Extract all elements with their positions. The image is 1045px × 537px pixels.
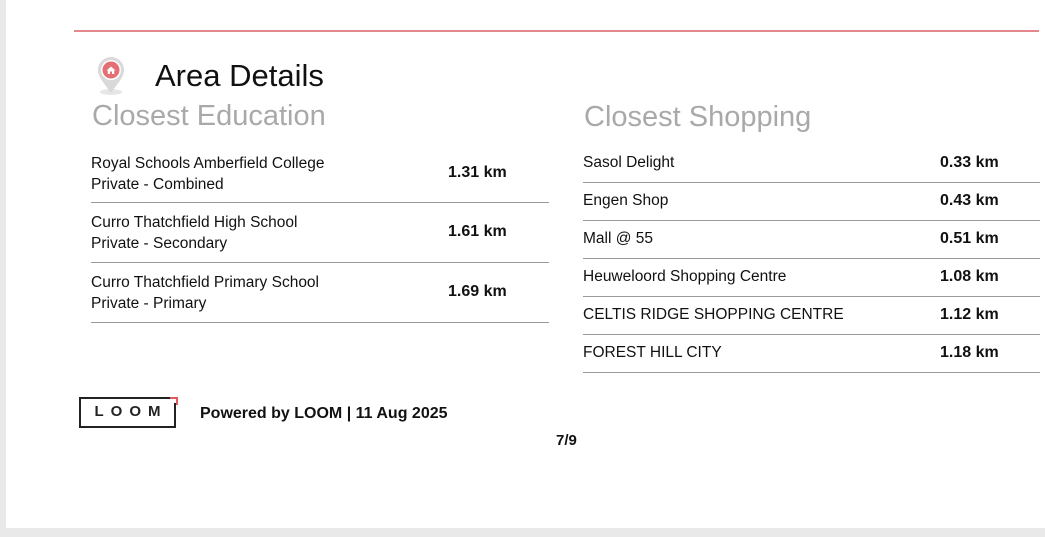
shop-distance: 1.08 km bbox=[940, 268, 999, 285]
school-name: Curro Thatchfield Primary School bbox=[91, 274, 319, 291]
list-item: Sasol Delight 0.33 km bbox=[583, 145, 1040, 183]
school-type: Private - Secondary bbox=[91, 235, 228, 252]
education-list: Royal Schools Amberfield College Private… bbox=[91, 144, 549, 323]
header-divider bbox=[74, 30, 1039, 32]
shopping-list: Sasol Delight 0.33 km Engen Shop 0.43 km… bbox=[583, 145, 1040, 373]
shopping-heading: Closest Shopping bbox=[584, 101, 812, 133]
school-name: Curro Thatchfield High School bbox=[91, 214, 298, 231]
shop-name: Engen Shop bbox=[583, 192, 669, 209]
shop-distance: 0.33 km bbox=[940, 154, 999, 171]
list-item: Engen Shop 0.43 km bbox=[583, 183, 1040, 221]
list-item: Heuweloord Shopping Centre 1.08 km bbox=[583, 259, 1040, 297]
shop-name: Mall @ 55 bbox=[583, 230, 654, 247]
list-item: Curro Thatchfield Primary School Private… bbox=[91, 263, 549, 323]
school-name: Royal Schools Amberfield College bbox=[91, 155, 325, 172]
logo-text: LOOM bbox=[94, 403, 168, 420]
powered-by-text: Powered by LOOM | 11 Aug 2025 bbox=[200, 405, 448, 422]
list-item: Mall @ 55 0.51 km bbox=[583, 221, 1040, 259]
shop-name: Heuweloord Shopping Centre bbox=[583, 268, 787, 285]
shop-distance: 0.51 km bbox=[940, 230, 999, 247]
school-type: Private - Combined bbox=[91, 176, 224, 193]
shop-name: CELTIS RIDGE SHOPPING CENTRE bbox=[583, 306, 844, 323]
page-title: Area Details bbox=[155, 58, 324, 93]
school-type: Private - Primary bbox=[91, 295, 207, 312]
shop-distance: 0.43 km bbox=[940, 192, 999, 209]
section-header: Area Details bbox=[95, 56, 324, 96]
loom-logo: LOOM bbox=[79, 397, 178, 428]
education-heading: Closest Education bbox=[92, 100, 326, 132]
shop-distance: 1.12 km bbox=[940, 306, 999, 323]
school-distance: 1.61 km bbox=[448, 223, 507, 240]
list-item: Royal Schools Amberfield College Private… bbox=[91, 144, 549, 203]
list-item: Curro Thatchfield High School Private - … bbox=[91, 203, 549, 263]
page-number: 7/9 bbox=[556, 432, 577, 449]
list-item: CELTIS RIDGE SHOPPING CENTRE 1.12 km bbox=[583, 297, 1040, 335]
school-distance: 1.31 km bbox=[448, 164, 507, 181]
shop-name: FOREST HILL CITY bbox=[583, 344, 722, 361]
list-item: FOREST HILL CITY 1.18 km bbox=[583, 335, 1040, 373]
location-pin-home-icon bbox=[98, 57, 124, 95]
shop-name: Sasol Delight bbox=[583, 154, 675, 171]
school-distance: 1.69 km bbox=[448, 283, 507, 300]
shop-distance: 1.18 km bbox=[940, 344, 999, 361]
